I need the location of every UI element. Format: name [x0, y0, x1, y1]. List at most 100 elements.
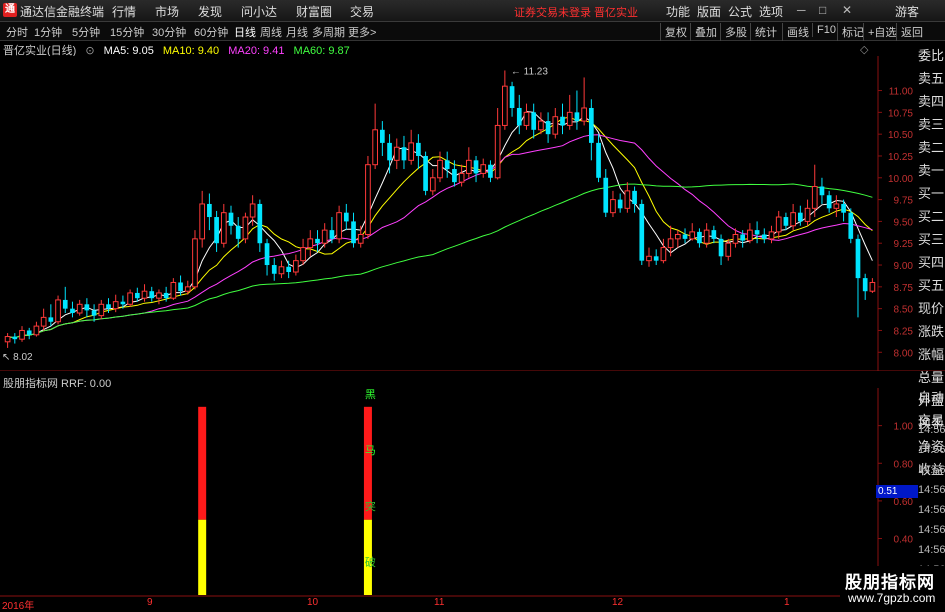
- tick-time-item[interactable]: 14:56: [918, 440, 945, 460]
- rrf-indicator-chart[interactable]: 1.000.800.600.400.20黑马突破: [0, 388, 945, 597]
- tool-add-watch[interactable]: +自选: [863, 23, 900, 41]
- signal-char: 黑: [365, 388, 376, 401]
- period-multi[interactable]: 多周期: [310, 24, 347, 40]
- candle[interactable]: [848, 208, 854, 244]
- tick-time-item[interactable]: 14:56: [918, 480, 945, 500]
- quote-panel-item[interactable]: 涨幅: [918, 343, 945, 366]
- candle[interactable]: [55, 295, 61, 325]
- period-more[interactable]: 更多>: [346, 24, 378, 40]
- menu-market[interactable]: 市场: [155, 3, 179, 20]
- price-tick-label: 8.00: [894, 348, 914, 359]
- candle[interactable]: [365, 155, 371, 239]
- low-price-label: ↖ 8.02: [2, 352, 33, 363]
- price-tick-label: 9.25: [894, 239, 914, 250]
- quote-panel-item[interactable]: 卖一: [918, 159, 945, 182]
- minimize-icon[interactable]: ─: [797, 3, 806, 17]
- maximize-icon[interactable]: □: [819, 3, 826, 17]
- menu-formula[interactable]: 公式: [728, 3, 752, 20]
- period-daily[interactable]: 日线: [232, 24, 258, 40]
- candle[interactable]: [423, 151, 428, 196]
- menu-function[interactable]: 功能: [666, 3, 690, 20]
- x-tick: 9: [147, 597, 153, 608]
- chevron-up-icon[interactable]: ◇: [860, 43, 868, 56]
- guest-label[interactable]: 游客: [895, 3, 919, 20]
- period-30min[interactable]: 30分钟: [150, 24, 188, 40]
- candle[interactable]: [242, 212, 249, 244]
- price-tick-label: 10.25: [888, 152, 913, 163]
- menu-layout[interactable]: 版面: [697, 3, 721, 20]
- quote-panel-item[interactable]: 卖五: [918, 67, 945, 90]
- quote-panel-item[interactable]: 卖四: [918, 90, 945, 113]
- candlestick-chart[interactable]: 11.00 10.75 10.50 10.25 10.00 9.75 9.50 9.25 9.0…: [0, 56, 945, 371]
- signal-bar[interactable]: [198, 406, 207, 595]
- close-icon[interactable]: ✕: [842, 3, 852, 17]
- price-tick-label: 10.50: [888, 130, 913, 141]
- signal-char: 破: [365, 555, 376, 569]
- menu-wealth[interactable]: 财富圈: [296, 3, 332, 20]
- quote-panel-item[interactable]: 现价: [918, 297, 945, 320]
- rrf-current-value: 0.51: [876, 485, 918, 498]
- period-toolbar: 分时 1分钟 5分钟 15分钟 30分钟 60分钟 日线 周线 月线 多周期 更…: [0, 22, 945, 41]
- price-tick-label: 10.75: [888, 108, 913, 119]
- tool-draw[interactable]: 画线: [782, 23, 813, 41]
- sub-tick-label: 0.40: [894, 535, 914, 546]
- period-5min[interactable]: 5分钟: [70, 24, 102, 40]
- sub-tick-label: 0.80: [894, 459, 914, 470]
- app-title: 通达信金融终端: [20, 5, 105, 19]
- quote-panel-item[interactable]: 卖二: [918, 136, 945, 159]
- candle[interactable]: [639, 199, 645, 266]
- period-monthly[interactable]: 月线: [284, 24, 310, 40]
- tick-time-item[interactable]: 14:56: [918, 420, 945, 440]
- tick-time-item[interactable]: 14:56: [918, 500, 945, 520]
- menubar: 通 通达信金融终端 行情 市场 发现 问小达 财富圈 交易 证券交易未登录 晋亿…: [0, 0, 945, 22]
- menu-options[interactable]: 选项: [759, 3, 783, 20]
- x-tick: 10: [307, 597, 319, 608]
- price-tick-label: 8.50: [894, 305, 914, 316]
- period-1min[interactable]: 1分钟: [32, 24, 64, 40]
- high-price-label: ← 11.23: [511, 66, 548, 77]
- quote-panel-item[interactable]: 涨跌: [918, 320, 945, 343]
- period-15min[interactable]: 15分钟: [108, 24, 146, 40]
- quote-panel-item[interactable]: 委比: [918, 44, 945, 67]
- menu-quotes[interactable]: 行情: [112, 3, 136, 20]
- menu-xiaoda[interactable]: 问小达: [241, 3, 277, 20]
- tool-f10[interactable]: F10: [812, 23, 840, 37]
- tick-time-item[interactable]: 14:56: [918, 520, 945, 540]
- x-axis: 2016年 9 10 11 12 1: [0, 597, 878, 612]
- quote-panel-item[interactable]: 买一: [918, 182, 945, 205]
- period-timeshare[interactable]: 分时: [4, 24, 30, 40]
- trade-panel-item[interactable]: 自动: [918, 386, 945, 409]
- tool-statistics[interactable]: 统计: [750, 23, 781, 41]
- quote-panel-item[interactable]: 买四: [918, 251, 945, 274]
- tool-back[interactable]: 返回: [896, 23, 927, 41]
- tick-time-item[interactable]: 14:56: [918, 540, 945, 560]
- price-tick-label: 9.00: [894, 261, 914, 272]
- signal-char: 突: [365, 499, 376, 513]
- watermark-url: www.7gpzb.com: [848, 591, 936, 605]
- candle[interactable]: [192, 230, 198, 290]
- quote-panel-item[interactable]: 买三: [918, 228, 945, 251]
- tool-rights[interactable]: 复权: [660, 23, 691, 41]
- price-tick-label: 10.00: [888, 174, 913, 185]
- x-tick: 2016年: [2, 601, 35, 612]
- tick-time-item[interactable]: 14:56: [918, 460, 945, 480]
- period-60min[interactable]: 60分钟: [192, 24, 230, 40]
- trade-login-alert[interactable]: 证券交易未登录 晋亿实业: [514, 4, 638, 20]
- signal-char: 马: [365, 444, 376, 457]
- period-weekly[interactable]: 周线: [258, 24, 284, 40]
- app-logo-icon: 通: [3, 3, 17, 17]
- main-chart-bg: [0, 56, 878, 371]
- quote-panel-item[interactable]: 卖三: [918, 113, 945, 136]
- sub-chart-bg: [0, 388, 878, 597]
- trading-terminal: 通 通达信金融终端 行情 市场 发现 问小达 财富圈 交易 证券交易未登录 晋亿…: [0, 0, 945, 612]
- quote-panel-item[interactable]: 买二: [918, 205, 945, 228]
- price-tick-label: 8.25: [894, 326, 914, 337]
- quote-panel-item[interactable]: 买五: [918, 274, 945, 297]
- x-tick: 1: [784, 597, 790, 608]
- sub-tick-label: 0.60: [894, 497, 914, 508]
- watermark-title: 股朋指标网: [845, 573, 935, 592]
- menu-trade[interactable]: 交易: [350, 3, 374, 20]
- tool-overlay[interactable]: 叠加: [690, 23, 721, 41]
- menu-discover[interactable]: 发现: [198, 3, 222, 20]
- tool-multistock[interactable]: 多股: [720, 23, 751, 41]
